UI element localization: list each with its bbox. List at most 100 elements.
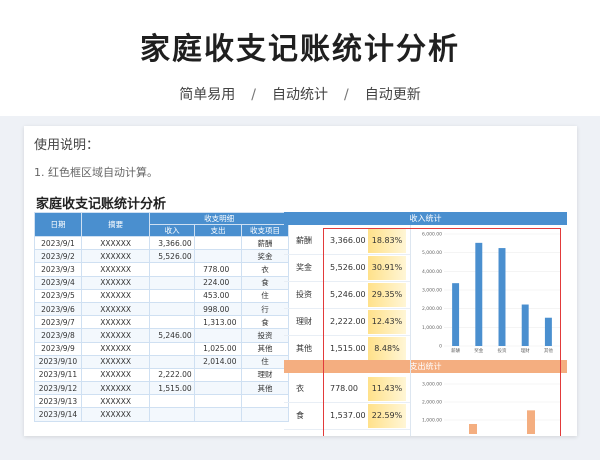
cell-income[interactable] [149, 301, 196, 317]
cell-income[interactable] [149, 275, 196, 290]
cell-date[interactable]: 2023/9/5 [34, 288, 82, 303]
cell-expense[interactable]: 1,313.00 [194, 315, 243, 330]
cell-summary[interactable]: XXXXXX [80, 262, 151, 277]
col-header-expense: 支出 [194, 224, 243, 237]
table-row: 2023/9/9 XXXXXX 1,025.00 其他 [34, 341, 289, 356]
cell-date[interactable]: 2023/9/2 [34, 249, 82, 264]
cell-item[interactable]: 理财 [241, 367, 289, 383]
cell-date[interactable]: 2023/9/9 [34, 341, 82, 356]
usage-instruction: 1. 红色框区域自动计算。 [34, 166, 158, 179]
stat-label: 投资 [296, 290, 312, 299]
cell-income[interactable] [149, 407, 196, 422]
cell-item[interactable]: 行 [241, 301, 289, 317]
stat-label: 理财 [296, 317, 312, 326]
spreadsheet-preview: 使用说明： 1. 红色框区域自动计算。 家庭收支记账统计分析 日期 摘要 收支明… [24, 126, 577, 436]
cell-date[interactable]: 2023/9/3 [34, 262, 82, 277]
cell-item[interactable] [241, 394, 289, 409]
sheet-title: 家庭收支记账统计分析 [36, 197, 167, 212]
table-row: 2023/9/5 XXXXXX 453.00 住 [34, 288, 289, 303]
cell-summary[interactable]: XXXXXX [80, 354, 151, 369]
cell-income[interactable] [149, 341, 196, 356]
stat-label: 薪酬 [296, 236, 312, 245]
cell-summary[interactable]: XXXXXX [80, 407, 151, 422]
cell-income[interactable] [149, 288, 196, 303]
cell-item[interactable]: 食 [241, 275, 289, 290]
table-row: 2023/9/1 XXXXXX 3,366.00 薪酬 [34, 235, 289, 251]
table-row: 2023/9/6 XXXXXX 998.00 行 [34, 301, 289, 317]
income-stats-header: 收入统计 [284, 212, 567, 225]
cell-expense[interactable]: 1,025.00 [194, 341, 243, 356]
cell-income[interactable]: 5,246.00 [149, 328, 196, 343]
cell-expense[interactable] [194, 394, 243, 409]
col-header-summary: 摘要 [80, 212, 151, 237]
cell-expense[interactable] [194, 407, 243, 422]
cell-expense[interactable]: 453.00 [194, 288, 243, 303]
cell-item[interactable]: 奖金 [241, 249, 289, 264]
separator: / [251, 87, 256, 103]
cell-income[interactable]: 5,526.00 [149, 249, 196, 264]
table-row: 2023/9/2 XXXXXX 5,526.00 奖金 [34, 249, 289, 264]
table-row: 2023/9/10 XXXXXX 2,014.00 住 [34, 354, 289, 369]
feature-easy: 简单易用 [179, 87, 236, 103]
col-header-item: 收支项目 [241, 224, 289, 237]
cell-date[interactable]: 2023/9/13 [34, 394, 82, 409]
cell-item[interactable]: 食 [241, 315, 289, 330]
cell-expense[interactable] [194, 367, 243, 383]
cell-summary[interactable]: XXXXXX [80, 275, 151, 290]
cell-summary[interactable]: XXXXXX [80, 341, 151, 356]
cell-date[interactable]: 2023/9/14 [34, 407, 82, 422]
cell-summary[interactable]: XXXXXX [80, 235, 151, 251]
cell-summary[interactable]: XXXXXX [80, 367, 151, 383]
cell-expense[interactable] [194, 381, 243, 396]
cell-income[interactable] [149, 354, 196, 369]
cell-expense[interactable] [194, 249, 243, 264]
cell-item[interactable]: 衣 [241, 262, 289, 277]
table-row: 2023/9/12 XXXXXX 1,515.00 其他 [34, 381, 289, 396]
cell-item[interactable] [241, 407, 289, 422]
stat-label: 奖金 [296, 263, 312, 272]
cell-expense[interactable]: 224.00 [194, 275, 243, 290]
cell-summary[interactable]: XXXXXX [80, 301, 151, 317]
cell-income[interactable]: 3,366.00 [149, 235, 196, 251]
cell-expense[interactable] [194, 235, 243, 251]
table-row: 2023/9/4 XXXXXX 224.00 食 [34, 275, 289, 290]
cell-summary[interactable]: XXXXXX [80, 328, 151, 343]
cell-date[interactable]: 2023/9/7 [34, 315, 82, 330]
cell-item[interactable]: 其他 [241, 341, 289, 356]
cell-summary[interactable]: XXXXXX [80, 288, 151, 303]
stat-label: 其他 [296, 344, 312, 353]
cell-income[interactable] [149, 394, 196, 409]
cell-item[interactable]: 住 [241, 288, 289, 303]
cell-income[interactable] [149, 315, 196, 330]
cell-income[interactable]: 2,222.00 [149, 367, 196, 383]
cell-date[interactable]: 2023/9/12 [34, 381, 82, 396]
cell-date[interactable]: 2023/9/11 [34, 367, 82, 383]
col-header-income: 收入 [149, 224, 196, 237]
cell-summary[interactable]: XXXXXX [80, 381, 151, 396]
cell-date[interactable]: 2023/9/6 [34, 301, 82, 317]
col-header-detail-group: 收支明细 [149, 212, 289, 225]
cell-summary[interactable]: XXXXXX [80, 315, 151, 330]
table-row: 2023/9/7 XXXXXX 1,313.00 食 [34, 315, 289, 330]
cell-income[interactable]: 1,515.00 [149, 381, 196, 396]
stat-label: 衣 [296, 384, 304, 393]
cell-expense[interactable]: 778.00 [194, 262, 243, 277]
cell-date[interactable]: 2023/9/8 [34, 328, 82, 343]
cell-expense[interactable]: 2,014.00 [194, 354, 243, 369]
cell-date[interactable]: 2023/9/10 [34, 354, 82, 369]
table-row: 2023/9/14 XXXXXX [34, 407, 289, 422]
cell-expense[interactable] [194, 328, 243, 343]
cell-item[interactable]: 投资 [241, 328, 289, 343]
cell-expense[interactable]: 998.00 [194, 301, 243, 317]
cell-item[interactable]: 薪酬 [241, 235, 289, 251]
feature-auto-update: 自动更新 [364, 87, 421, 103]
cell-date[interactable]: 2023/9/4 [34, 275, 82, 290]
cell-item[interactable]: 其他 [241, 381, 289, 396]
cell-income[interactable] [149, 262, 196, 277]
cell-summary[interactable]: XXXXXX [80, 249, 151, 264]
cell-date[interactable]: 2023/9/1 [34, 235, 82, 251]
stat-label: 食 [296, 411, 304, 420]
cell-summary[interactable]: XXXXXX [80, 394, 151, 409]
table-row: 2023/9/3 XXXXXX 778.00 衣 [34, 262, 289, 277]
cell-item[interactable]: 住 [241, 354, 289, 369]
